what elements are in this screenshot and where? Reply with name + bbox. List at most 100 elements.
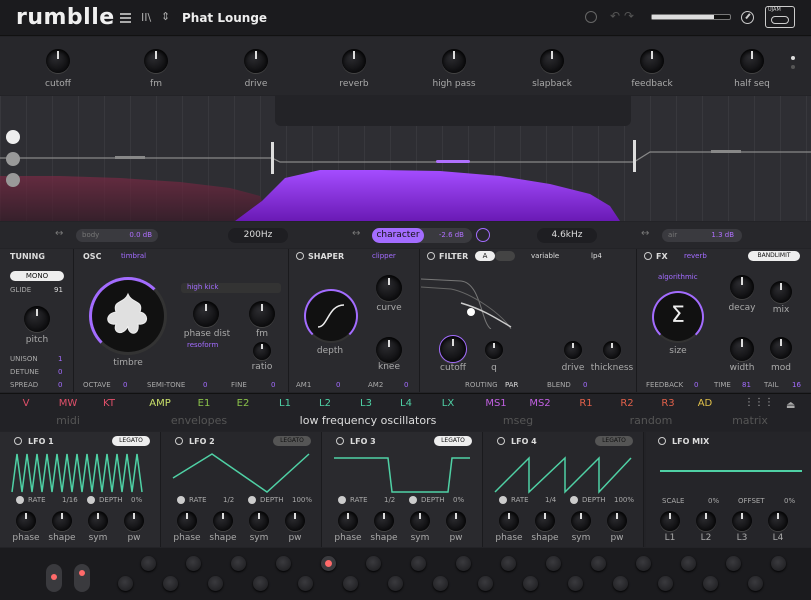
lfo-rate-value[interactable]: 1/2 [384, 496, 395, 504]
sequencer-step-button[interactable] [433, 576, 448, 591]
lfo-power-icon[interactable] [14, 437, 22, 445]
lfo-power-icon[interactable] [175, 437, 183, 445]
preset-name[interactable]: Phat Lounge [182, 11, 267, 25]
knee-knob[interactable] [376, 337, 402, 363]
body-link-icon[interactable]: ↔ [55, 228, 63, 239]
macro-knob-0[interactable] [46, 49, 70, 73]
filter-slot-b[interactable] [495, 251, 515, 261]
mono-button[interactable]: MONO [10, 271, 64, 281]
character-band[interactable]: character -2.6 dB [372, 228, 472, 243]
fx-type-select[interactable]: reverb [684, 252, 707, 260]
mod-tab-9[interactable]: L4 [386, 398, 426, 409]
lfo-knob-shape[interactable] [374, 511, 394, 531]
mod-tab-4[interactable]: E1 [184, 398, 224, 409]
depth-sync-icon[interactable] [87, 496, 95, 504]
lfo-knob-pw[interactable] [285, 511, 305, 531]
unison-value[interactable]: 1 [58, 355, 62, 363]
lfo-knob-shape[interactable] [535, 511, 555, 531]
lfo-waveform[interactable] [328, 448, 478, 496]
shaper-type-select[interactable]: clipper [372, 252, 396, 260]
lfo-rate-value[interactable]: 1/2 [223, 496, 234, 504]
filter-mode-select[interactable]: lp4 [591, 252, 602, 260]
depth-sync-icon[interactable] [570, 496, 578, 504]
lfo-knob-pw[interactable] [607, 511, 627, 531]
sequencer-step-button[interactable] [365, 556, 381, 571]
offset-value[interactable]: 0% [784, 497, 795, 505]
sequencer-step-button[interactable] [523, 576, 538, 591]
lfo-depth-value[interactable]: 100% [292, 496, 312, 504]
sequencer-step-button[interactable] [388, 576, 403, 591]
mod-tab-15[interactable]: R3 [648, 398, 688, 409]
lfo-depth-value[interactable]: 100% [614, 496, 634, 504]
size-knob[interactable]: Σ [652, 291, 704, 343]
filter-type-select[interactable]: variable [531, 252, 559, 260]
master-volume-slider[interactable] [651, 14, 731, 20]
mod-tab-6[interactable]: L1 [265, 398, 305, 409]
mod-tab-1[interactable]: MW [48, 398, 88, 409]
lfo-mix-knob-2[interactable] [732, 511, 752, 531]
shaper-power-icon[interactable] [296, 252, 304, 260]
eq-mode-icon[interactable] [6, 130, 20, 144]
filter-drive-knob[interactable] [564, 341, 582, 359]
time-value[interactable]: 81 [742, 381, 751, 389]
low-freq-field[interactable]: 200Hz [228, 228, 288, 243]
rate-sync-icon[interactable] [177, 496, 185, 504]
semitone-value[interactable]: 0 [203, 381, 207, 389]
curve-knob[interactable] [376, 275, 402, 301]
mod-tab-2[interactable]: KT [89, 398, 129, 409]
macro-knob-1[interactable] [144, 49, 168, 73]
scale-value[interactable]: 0% [708, 497, 719, 505]
fx-power-icon[interactable] [644, 252, 652, 260]
lfo-knob-pw[interactable] [124, 511, 144, 531]
bandlimit-button[interactable]: BANDLIMIT [748, 251, 800, 261]
width-knob[interactable] [730, 337, 754, 361]
lfo-power-icon[interactable] [336, 437, 344, 445]
lfo-depth-value[interactable]: 0% [131, 496, 142, 504]
decay-knob[interactable] [730, 275, 754, 299]
depth-knob[interactable] [304, 289, 358, 343]
macro-knob-5[interactable] [540, 49, 564, 73]
depth-sync-icon[interactable] [409, 496, 417, 504]
lfo-knob-sym[interactable] [571, 511, 591, 531]
lfo-waveform[interactable] [167, 448, 317, 496]
lfo-power-icon[interactable] [497, 437, 505, 445]
air-link-icon[interactable]: ↔ [641, 228, 649, 239]
fx-algo-select[interactable]: algorithmic [658, 273, 698, 281]
sequencer-step-button[interactable] [680, 556, 696, 571]
sequencer-step-button[interactable] [590, 556, 606, 571]
lfo-knob-phase[interactable] [177, 511, 197, 531]
sequencer-step-button[interactable] [343, 576, 358, 591]
library-icon[interactable]: II\ [141, 11, 151, 24]
eq-slope-icon[interactable] [6, 152, 20, 166]
character-mode-icon[interactable] [476, 228, 490, 242]
spread-value[interactable]: 0 [58, 381, 62, 389]
mod-tab-11[interactable]: MS1 [476, 398, 516, 409]
phase-dist-knob[interactable] [193, 301, 219, 327]
up-down-icon[interactable]: ⇕ [161, 10, 170, 23]
lfo-knob-sym[interactable] [88, 511, 108, 531]
sequencer-step-button[interactable] [118, 576, 133, 591]
mod-knob[interactable] [770, 337, 792, 359]
macro-knob-4[interactable] [442, 49, 466, 73]
mod-tab-13[interactable]: R1 [566, 398, 606, 409]
osc-type-select[interactable]: timbral [121, 252, 146, 260]
macro-knob-6[interactable] [640, 49, 664, 73]
macro-page-dots[interactable] [791, 56, 796, 76]
mod-tab-5[interactable]: E2 [223, 398, 263, 409]
lfo-depth-value[interactable]: 0% [453, 496, 464, 504]
depth-sync-icon[interactable] [248, 496, 256, 504]
lfo-waveform[interactable] [489, 448, 639, 496]
rate-sync-icon[interactable] [16, 496, 24, 504]
brand-logo[interactable]: UJAM [765, 6, 795, 28]
eq-display[interactable] [0, 96, 811, 221]
sequencer-step-button[interactable] [658, 576, 673, 591]
mod-tab-10[interactable]: LX [428, 398, 468, 409]
sequencer-step-button[interactable] [253, 576, 268, 591]
timbre-knob[interactable] [89, 277, 167, 355]
sequencer-step-button[interactable] [613, 576, 628, 591]
routing-value[interactable]: PAR [505, 381, 518, 389]
sequencer-step-button[interactable] [725, 556, 741, 571]
lfo-knob-sym[interactable] [249, 511, 269, 531]
power-icon[interactable] [585, 11, 597, 23]
glide-value[interactable]: 91 [54, 286, 63, 294]
